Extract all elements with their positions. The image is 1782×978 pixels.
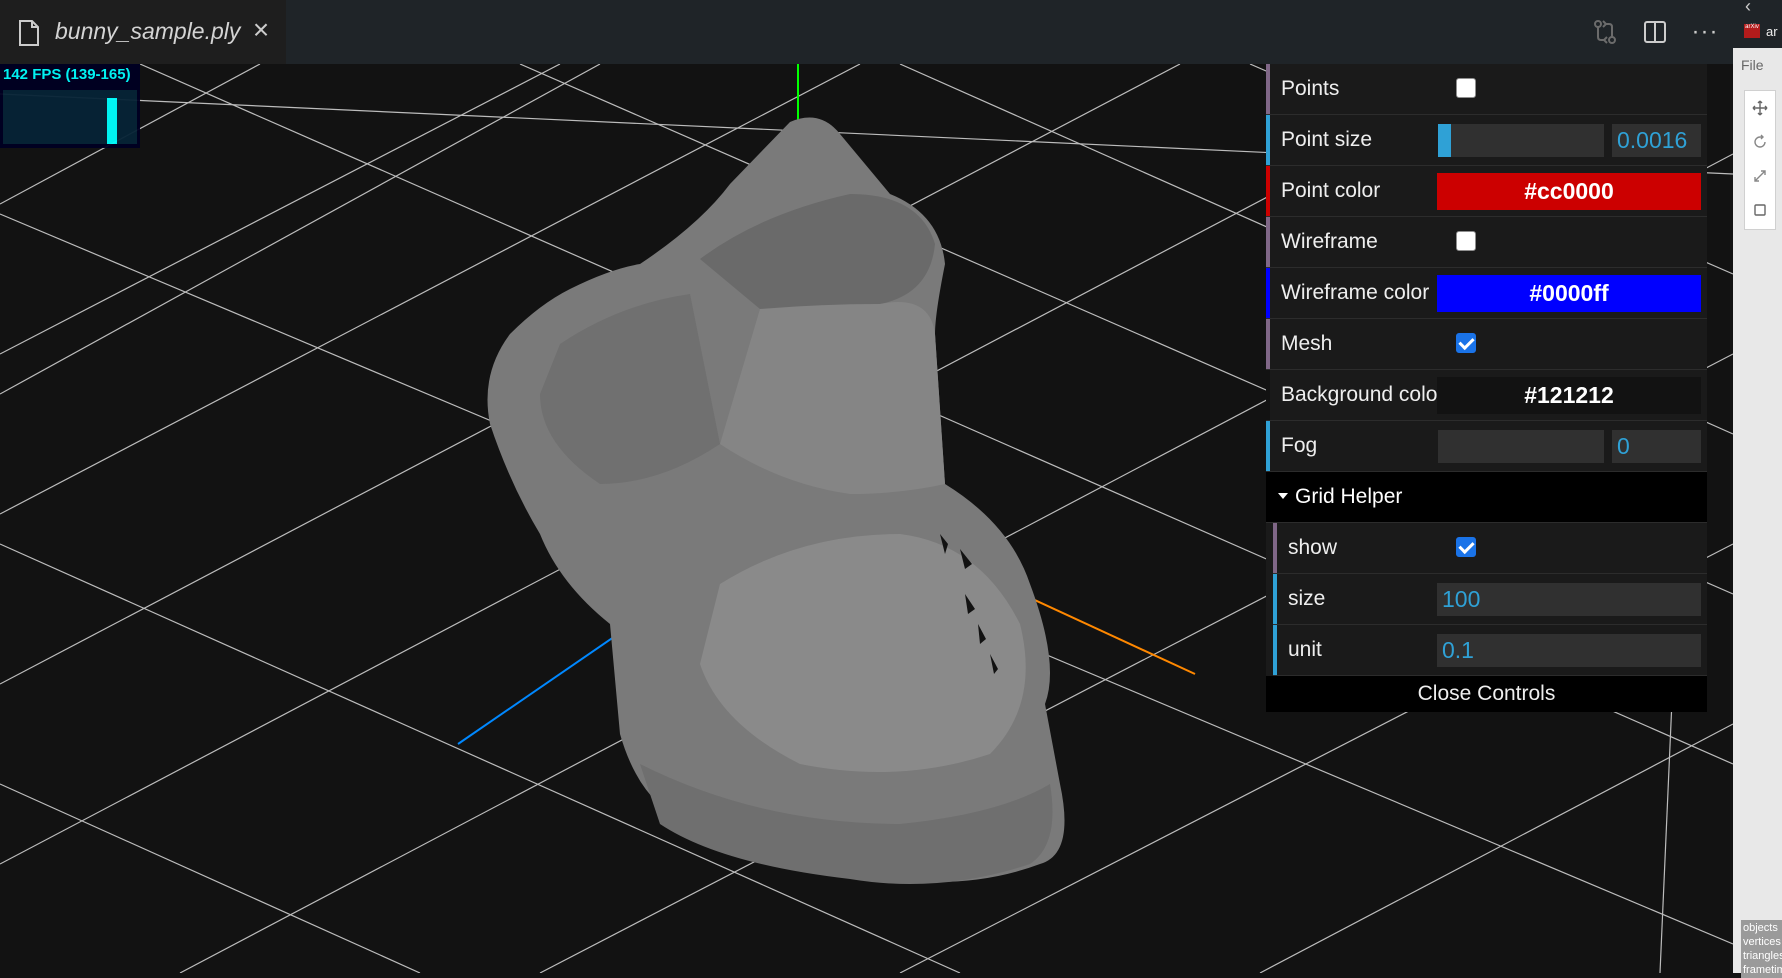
control-label: size: [1288, 587, 1326, 610]
info-triangles: triangles: [1743, 950, 1782, 962]
control-label: Points: [1281, 77, 1340, 100]
more-actions-icon[interactable]: ···: [1687, 14, 1723, 50]
editor-tab-bar: bunny_sample.ply × ···: [0, 0, 1733, 65]
control-label: Point color: [1281, 179, 1381, 202]
control-label: Background color: [1281, 383, 1437, 406]
control-row-point-color: Point color #cc0000: [1266, 166, 1707, 217]
slider-fill: [1438, 124, 1452, 157]
scale-icon[interactable]: [1745, 159, 1775, 193]
control-number-input[interactable]: 0.0016: [1612, 124, 1701, 157]
control-row-wireframe: Wireframe: [1266, 217, 1707, 268]
row-accent: [1273, 574, 1277, 624]
file-menu[interactable]: File: [1741, 57, 1764, 73]
fps-stats[interactable]: 142 FPS (139-165): [0, 64, 140, 148]
close-icon[interactable]: ×: [247, 16, 275, 44]
control-label: Point size: [1281, 128, 1373, 151]
control-row-unit: unit 0.1: [1273, 625, 1707, 676]
control-row-fog: Fog 0: [1266, 421, 1707, 472]
control-number-input[interactable]: 0.1: [1437, 634, 1701, 667]
fps-graph: [3, 90, 137, 144]
control-row-points: Points: [1266, 64, 1707, 115]
control-number-input[interactable]: 0: [1612, 430, 1701, 463]
info-vertices: vertices: [1743, 936, 1781, 948]
close-controls-button[interactable]: Close Controls: [1266, 676, 1707, 712]
control-checkbox[interactable]: [1456, 78, 1476, 98]
bunny-mesh: [487, 117, 1065, 884]
folder-title: Grid Helper: [1295, 485, 1403, 508]
control-color-input[interactable]: #121212: [1437, 377, 1701, 414]
control-color-input[interactable]: #0000ff: [1437, 275, 1701, 312]
chevron-left-icon[interactable]: ‹: [1745, 0, 1751, 15]
control-slider[interactable]: [1438, 124, 1604, 157]
control-row-point-size: Point size 0.0016: [1266, 115, 1707, 166]
control-row-background-color: Background color #121212: [1266, 370, 1707, 421]
controls-rows: Points Point size 0.0016 Point color #cc0000…: [1266, 64, 1707, 472]
controls-panel: Points Point size 0.0016 Point color #cc0000…: [1266, 64, 1707, 712]
tab-title: bunny_sample.ply: [55, 18, 241, 44]
folder-collapse-icon: [1278, 493, 1288, 499]
sidebar-header: ‹ arXiv ar: [1733, 0, 1782, 48]
side-preview-panel: ‹ arXiv ar File objects vertices triangl…: [1733, 0, 1782, 978]
control-label: Wireframe: [1281, 230, 1378, 253]
control-row-size: size 100: [1273, 574, 1707, 625]
move-icon[interactable]: [1745, 91, 1775, 125]
rotate-icon[interactable]: [1745, 125, 1775, 159]
control-checkbox[interactable]: [1456, 231, 1476, 251]
row-accent: [1273, 625, 1277, 675]
source-control-compare-icon[interactable]: [1587, 14, 1623, 50]
control-label: Fog: [1281, 434, 1318, 457]
arxiv-logo: arXiv: [1744, 24, 1760, 38]
row-accent: [1273, 523, 1277, 573]
fps-text: 142 FPS (139-165): [3, 66, 131, 83]
fps-graph-bar: [107, 98, 117, 144]
row-accent: [1266, 370, 1270, 420]
row-accent: [1266, 217, 1270, 267]
control-color-input[interactable]: #cc0000: [1437, 173, 1701, 210]
sidebar-title: ar: [1766, 24, 1778, 39]
control-row-wireframe-color: Wireframe color #0000ff: [1266, 268, 1707, 319]
control-label: Mesh: [1281, 332, 1333, 355]
row-accent: [1266, 64, 1270, 114]
folder-grid-helper[interactable]: Grid Helper: [1266, 472, 1707, 523]
editor-tab[interactable]: bunny_sample.ply ×: [0, 0, 286, 65]
control-row-show: show: [1273, 523, 1707, 574]
scene-info: objects vertices triangles frametime: [1741, 920, 1782, 978]
control-checkbox[interactable]: [1456, 333, 1476, 353]
tab-actions: ···: [1587, 14, 1723, 50]
row-accent: [1266, 421, 1270, 471]
row-accent: [1266, 166, 1270, 216]
info-objects: objects: [1743, 922, 1778, 934]
split-editor-icon[interactable]: [1637, 14, 1673, 50]
control-label: show: [1288, 536, 1338, 559]
row-accent: [1266, 319, 1270, 369]
row-accent: [1266, 268, 1270, 318]
select-box-icon[interactable]: [1745, 193, 1775, 227]
control-label: Wireframe color: [1281, 281, 1430, 304]
control-slider[interactable]: [1438, 430, 1604, 463]
info-frametime: frametime: [1743, 964, 1782, 976]
control-checkbox[interactable]: [1456, 537, 1476, 557]
row-accent: [1266, 115, 1270, 165]
control-number-input[interactable]: 100: [1437, 583, 1701, 616]
more-actions-glyph: ···: [1691, 18, 1719, 45]
control-label: unit: [1288, 638, 1322, 661]
file-icon: [19, 20, 39, 46]
transform-toolbar: [1744, 90, 1776, 230]
control-row-mesh: Mesh: [1266, 319, 1707, 370]
folder-rows: show size 100 unit 0.1: [1273, 523, 1707, 676]
